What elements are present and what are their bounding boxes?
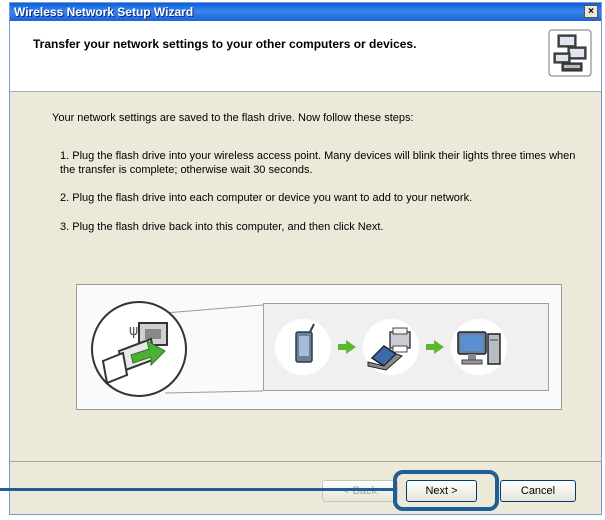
close-button[interactable]: × bbox=[584, 5, 598, 18]
device-sequence-panel bbox=[263, 303, 549, 391]
wizard-header: Transfer your network settings to your o… bbox=[10, 21, 601, 92]
instruction-illustration: ψ bbox=[76, 284, 562, 410]
page-title: Transfer your network settings to your o… bbox=[33, 37, 417, 51]
wizard-window: Wireless Network Setup Wizard × Transfer… bbox=[9, 2, 602, 515]
step-3-text: 3. Plug the flash drive back into this c… bbox=[60, 221, 384, 233]
footer-divider bbox=[10, 461, 601, 462]
usb-plug-icon: ψ bbox=[91, 301, 187, 397]
cancel-button[interactable]: Cancel bbox=[500, 480, 576, 502]
svg-text:ψ: ψ bbox=[129, 323, 138, 339]
step-1-text: 1. Plug the flash drive into your wirele… bbox=[60, 150, 576, 176]
back-button[interactable]: < Back bbox=[322, 480, 398, 502]
next-button-highlight bbox=[393, 470, 499, 511]
network-computers-icon bbox=[548, 29, 592, 77]
window-title: Wireless Network Setup Wizard bbox=[14, 5, 194, 19]
arrow-right-icon bbox=[338, 340, 356, 354]
arrow-right-icon bbox=[426, 340, 444, 354]
callout-pointer-line bbox=[0, 488, 394, 491]
step-2-text: 2. Plug the flash drive into each comput… bbox=[60, 192, 473, 204]
wizard-content: Your network settings are saved to the f… bbox=[10, 92, 601, 452]
desktop-computer-icon bbox=[451, 319, 507, 375]
laptop-printer-icon bbox=[363, 319, 419, 375]
title-bar[interactable]: Wireless Network Setup Wizard × bbox=[10, 3, 601, 21]
intro-text: Your network settings are saved to the f… bbox=[52, 112, 414, 124]
access-point-icon bbox=[275, 319, 331, 375]
